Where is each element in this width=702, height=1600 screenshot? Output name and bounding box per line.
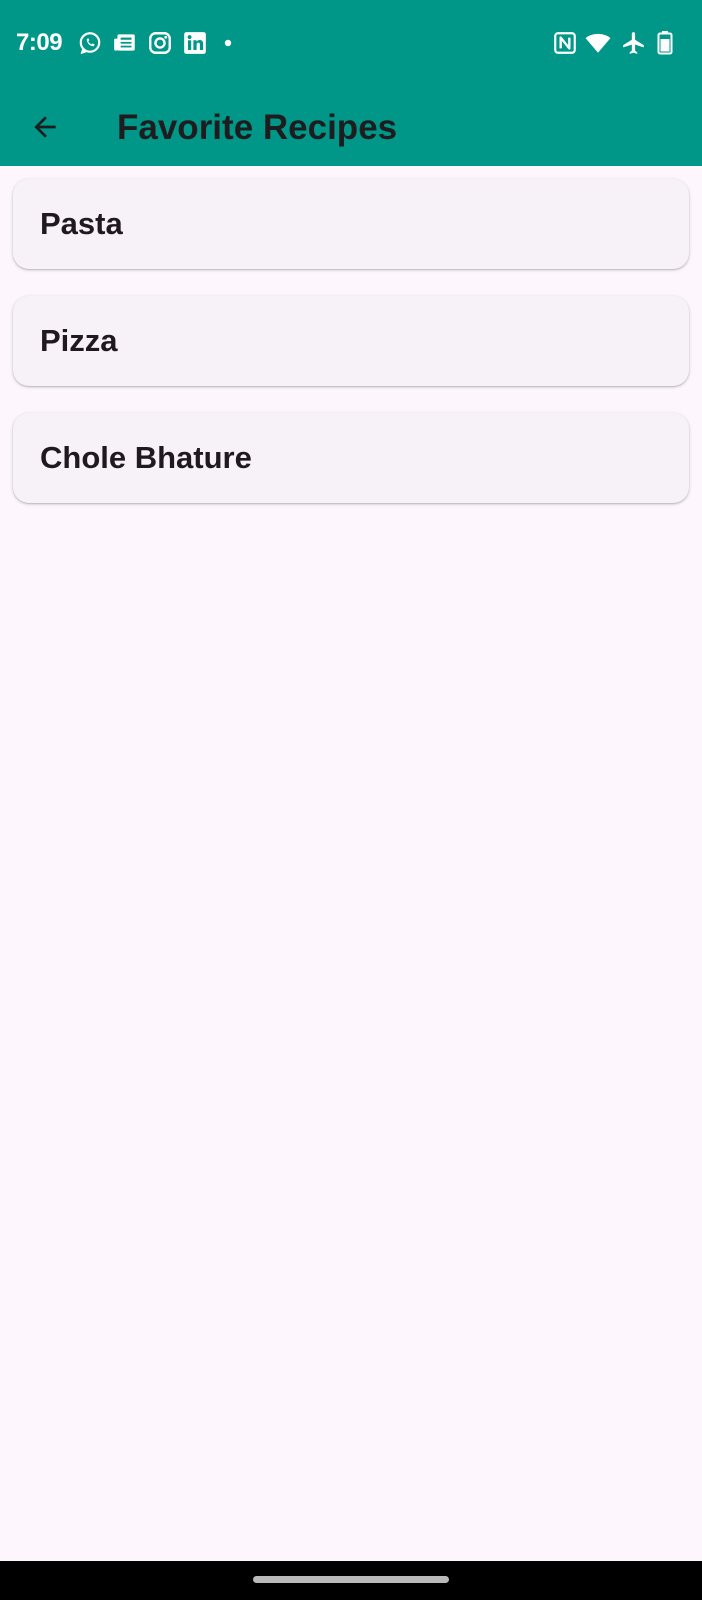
recipe-name: Pizza xyxy=(40,323,118,358)
news-icon xyxy=(112,30,138,56)
page-title: Favorite Recipes xyxy=(117,108,398,147)
recipe-name: Chole Bhature xyxy=(40,440,252,475)
back-button[interactable] xyxy=(20,102,70,152)
app-bar: Favorite Recipes xyxy=(0,88,702,166)
gesture-handle[interactable] xyxy=(253,1576,449,1583)
recipe-card-chole-bhature[interactable]: Chole Bhature xyxy=(13,413,689,503)
linkedin-icon xyxy=(182,30,208,56)
notification-dot-icon xyxy=(220,30,236,56)
battery-icon xyxy=(655,30,675,56)
navigation-bar xyxy=(0,1561,702,1600)
instagram-icon xyxy=(147,30,173,56)
status-bar: 7:09 xyxy=(0,0,702,88)
status-time: 7:09 xyxy=(16,29,63,56)
recipe-name: Pasta xyxy=(40,206,123,241)
recipe-card-pasta[interactable]: Pasta xyxy=(13,179,689,269)
wifi-icon xyxy=(584,30,612,56)
recipe-card-pizza[interactable]: Pizza xyxy=(13,296,689,386)
airplane-mode-icon xyxy=(621,30,647,56)
recipe-list: Pasta Pizza Chole Bhature xyxy=(13,179,689,530)
nfc-icon xyxy=(552,30,578,56)
whatsapp-icon xyxy=(77,30,103,56)
arrow-back-icon xyxy=(29,111,61,143)
